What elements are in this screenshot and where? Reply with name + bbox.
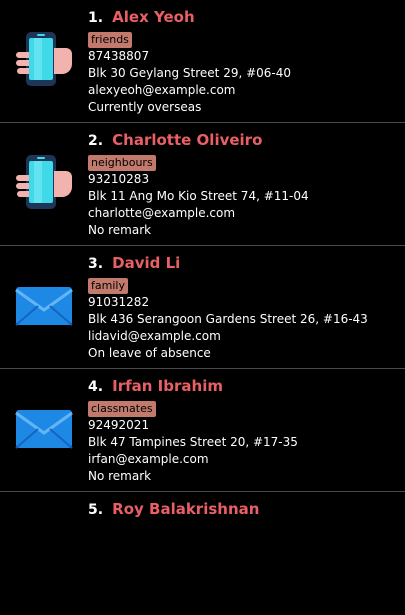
person-card[interactable]: 4. Irfan Ibrahim classmates 92492021 Blk… — [0, 369, 405, 492]
person-email: charlotte@example.com — [88, 206, 236, 220]
person-name: Roy Balakrishnan — [112, 500, 260, 518]
email-icon — [14, 276, 74, 336]
phone-icon — [14, 30, 74, 90]
person-card[interactable]: 1. Alex Yeoh friends 87438807 Blk 30 Gey… — [0, 0, 405, 123]
person-index: 4. — [88, 379, 104, 395]
person-email: lidavid@example.com — [88, 329, 221, 343]
person-tag: family — [88, 278, 128, 294]
name-row: 4. Irfan Ibrahim — [88, 375, 401, 397]
person-index: 1. — [88, 10, 104, 26]
name-row: 2. Charlotte Oliveiro — [88, 129, 401, 151]
person-card[interactable]: 5. Roy Balakrishnan — [0, 492, 405, 615]
person-index: 3. — [88, 256, 104, 272]
person-card[interactable]: 2. Charlotte Oliveiro neighbours 9321028… — [0, 123, 405, 246]
person-email: irfan@example.com — [88, 452, 209, 466]
person-list[interactable]: 1. Alex Yeoh friends 87438807 Blk 30 Gey… — [0, 0, 405, 615]
phone-icon — [14, 153, 74, 213]
person-name: Alex Yeoh — [112, 8, 195, 26]
person-address: Blk 47 Tampines Street 20, #17-35 — [88, 435, 298, 449]
person-address: Blk 11 Ang Mo Kio Street 74, #11-04 — [88, 189, 309, 203]
person-phone: 87438807 — [88, 49, 150, 63]
person-email: alexyeoh@example.com — [88, 83, 236, 97]
person-card[interactable]: 3. David Li family 91031282 Blk 436 Sera… — [0, 246, 405, 369]
name-row: 1. Alex Yeoh — [88, 6, 401, 28]
person-tag: friends — [88, 32, 132, 48]
person-tag: neighbours — [88, 155, 156, 171]
name-row: 3. David Li — [88, 252, 401, 274]
person-phone: 91031282 — [88, 295, 150, 309]
person-phone: 93210283 — [88, 172, 150, 186]
person-remark: No remark — [88, 469, 152, 483]
person-index: 2. — [88, 133, 104, 149]
person-name: David Li — [112, 254, 181, 272]
person-address: Blk 436 Serangoon Gardens Street 26, #16… — [88, 312, 368, 326]
person-remark: No remark — [88, 223, 152, 237]
person-tag: classmates — [88, 401, 156, 417]
email-icon — [14, 399, 74, 459]
person-address: Blk 30 Geylang Street 29, #06-40 — [88, 66, 292, 80]
person-name: Charlotte Oliveiro — [112, 131, 263, 149]
person-name: Irfan Ibrahim — [112, 377, 223, 395]
person-remark: Currently overseas — [88, 100, 202, 114]
person-remark: On leave of absence — [88, 346, 211, 360]
person-index: 5. — [88, 502, 104, 518]
person-phone: 92492021 — [88, 418, 150, 432]
